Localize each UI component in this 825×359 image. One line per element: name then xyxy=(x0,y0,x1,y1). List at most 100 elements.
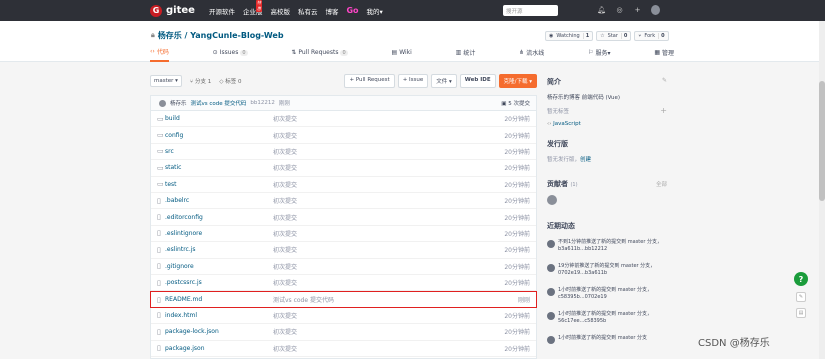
tab-pipeline[interactable]: ⋔ 流水线 xyxy=(519,47,544,62)
table-row[interactable]: ▭ static 初次提交 20分钟前 xyxy=(151,160,536,177)
file-name[interactable]: .editorconfig xyxy=(165,214,203,221)
file-icon: ▯ xyxy=(157,262,161,271)
activity-avatar[interactable] xyxy=(547,240,555,248)
file-name[interactable]: package-lock.json xyxy=(165,328,219,335)
nav-go[interactable]: Go xyxy=(346,6,358,15)
file-commit-message[interactable]: 初次提交 xyxy=(273,245,297,254)
edit-icon[interactable]: ✎ xyxy=(662,77,667,84)
file-commit-message[interactable]: 初次提交 xyxy=(273,213,297,222)
table-row[interactable]: ▯ .gitignore 初次提交 20分钟前 xyxy=(151,259,536,275)
activity-avatar[interactable] xyxy=(547,312,555,320)
nav-open-source[interactable]: 开源软件 xyxy=(209,6,235,16)
table-row[interactable]: ▭ src 初次提交 20分钟前 xyxy=(151,144,536,161)
file-name[interactable]: .gitignore xyxy=(165,263,194,270)
file-commit-message[interactable]: 初次提交 xyxy=(273,196,297,205)
tab-pull-requests[interactable]: ⇅ Pull Requests 0 xyxy=(291,47,348,62)
nav-mine[interactable]: 我的▾ xyxy=(367,6,383,16)
table-row[interactable]: ▭ build 初次提交 20分钟前 xyxy=(151,111,536,128)
file-name[interactable]: build xyxy=(165,115,180,122)
file-name[interactable]: index.html xyxy=(165,312,197,319)
table-row[interactable]: ▯ .babelrc 初次提交 20分钟前 xyxy=(151,193,536,210)
commit-count[interactable]: ▣ 5 次提交 xyxy=(501,99,530,107)
edit-feedback-icon[interactable]: ✎ xyxy=(796,292,806,302)
nav-education[interactable]: 高校版 xyxy=(270,6,290,16)
table-row[interactable]: ▯ README.md 测试vs code 提交代码 刚刚 xyxy=(150,291,537,308)
file-commit-message[interactable]: 初次提交 xyxy=(273,344,297,353)
file-dropdown[interactable]: 文件 ▾ xyxy=(431,74,457,88)
commit-message[interactable]: 测试vs code 提交代码 xyxy=(191,99,247,107)
file-commit-message[interactable]: 初次提交 xyxy=(273,311,297,320)
file-name[interactable]: .postcssrc.js xyxy=(165,279,202,286)
tags-link[interactable]: ◇ 标签 0 xyxy=(219,77,241,85)
repo-title[interactable]: 🔒︎ 杨存乐 / YangCunle-Blog-Web xyxy=(151,30,284,41)
watch-button[interactable]: ◉ Watching 1 xyxy=(545,31,594,41)
file-name[interactable]: static xyxy=(165,164,181,171)
pull-request-button[interactable]: + Pull Request xyxy=(344,74,395,88)
table-row[interactable]: ▯ .eslintrc.js 初次提交 20分钟前 xyxy=(151,242,536,259)
clone-download-button[interactable]: 克隆/下载 ▾ xyxy=(498,74,537,88)
activity-avatar[interactable] xyxy=(547,288,555,296)
file-commit-message[interactable]: 初次提交 xyxy=(273,229,297,238)
tab-code[interactable]: ‹› 代码 xyxy=(150,47,169,62)
activity-avatar[interactable] xyxy=(547,336,555,344)
plus-icon[interactable]: + xyxy=(633,6,642,14)
file-commit-message[interactable]: 初次提交 xyxy=(273,131,297,140)
location-icon[interactable]: ◎ xyxy=(615,6,624,14)
commit-hash[interactable]: bb12212 xyxy=(250,100,274,106)
commit-author[interactable]: 杨存乐 xyxy=(170,99,187,107)
file-commit-message[interactable]: 初次提交 xyxy=(273,114,297,123)
nav-blog[interactable]: 博客 xyxy=(325,6,338,16)
table-row[interactable]: ▯ package-lock.json 初次提交 20分钟前 xyxy=(151,324,536,341)
avatar[interactable] xyxy=(651,5,660,15)
file-commit-message[interactable]: 测试vs code 提交代码 xyxy=(273,295,334,304)
contributors-all-link[interactable]: 全部 xyxy=(656,180,667,188)
table-row[interactable]: ▯ index.html 初次提交 20分钟前 xyxy=(151,308,536,325)
gitee-logo[interactable]: G gitee xyxy=(150,4,195,17)
fork-button[interactable]: ⑂ Fork 0 xyxy=(634,31,669,41)
contributor-avatar[interactable] xyxy=(547,195,557,205)
table-row[interactable]: ▭ config 初次提交 20分钟前 xyxy=(151,127,536,144)
activity-avatar[interactable] xyxy=(547,264,555,272)
tab-stats[interactable]: ▥ 统计 xyxy=(456,47,476,62)
repo-title-text[interactable]: 杨存乐 / YangCunle-Blog-Web xyxy=(158,30,284,41)
notes-icon[interactable]: ▤ xyxy=(796,308,806,318)
add-tag-icon[interactable]: + xyxy=(660,106,667,115)
file-commit-message[interactable]: 初次提交 xyxy=(273,262,297,271)
file-name[interactable]: config xyxy=(165,132,183,139)
scrollbar-thumb[interactable] xyxy=(819,81,825,201)
table-row[interactable]: ▯ package.json 初次提交 20分钟前 xyxy=(151,341,536,357)
page-scrollbar[interactable] xyxy=(819,21,825,359)
file-commit-message[interactable]: 初次提交 xyxy=(273,147,297,156)
file-commit-message[interactable]: 初次提交 xyxy=(273,163,297,172)
file-name[interactable]: .eslintignore xyxy=(165,230,202,237)
help-button[interactable]: ? xyxy=(794,272,808,286)
file-commit-message[interactable]: 初次提交 xyxy=(273,180,297,189)
table-row[interactable]: ▭ test 初次提交 20分钟前 xyxy=(151,177,536,193)
table-row[interactable]: ▯ .postcssrc.js 初次提交 20分钟前 xyxy=(151,275,536,292)
branches-link[interactable]: ⑂ 分支 1 xyxy=(190,77,211,85)
table-row[interactable]: ▯ .editorconfig 初次提交 20分钟前 xyxy=(151,209,536,226)
file-commit-message[interactable]: 初次提交 xyxy=(273,278,297,287)
star-button[interactable]: ☆ Star 0 xyxy=(596,31,632,41)
file-name[interactable]: package.json xyxy=(165,345,205,352)
file-name[interactable]: README.md xyxy=(165,296,202,303)
tab-issues[interactable]: ⊙ Issues 0 xyxy=(213,47,248,62)
tab-wiki[interactable]: ▤ Wiki xyxy=(392,47,412,62)
branch-select[interactable]: master ▾ xyxy=(150,75,182,87)
file-name[interactable]: test xyxy=(165,181,177,188)
file-name[interactable]: src xyxy=(165,148,174,155)
file-name[interactable]: .babelrc xyxy=(165,197,189,204)
tab-services[interactable]: ⚐ 服务▾ xyxy=(588,47,610,62)
file-commit-message[interactable]: 初次提交 xyxy=(273,327,297,336)
issue-button[interactable]: + Issue xyxy=(397,74,429,88)
create-release-link[interactable]: 创建 xyxy=(580,157,591,163)
table-row[interactable]: ▯ .eslintignore 初次提交 20分钟前 xyxy=(151,226,536,243)
commit-author-avatar[interactable] xyxy=(159,99,166,107)
nav-private-cloud[interactable]: 私有云 xyxy=(298,6,318,16)
tab-manage[interactable]: ▦ 管理 xyxy=(654,47,674,62)
webide-button[interactable]: Web IDE xyxy=(459,74,496,88)
file-name[interactable]: .eslintrc.js xyxy=(165,246,196,253)
nav-enterprise[interactable]: 企业版 特惠 xyxy=(243,0,263,16)
search-input[interactable]: 搜开源 xyxy=(503,5,558,16)
notification-icon[interactable]: 🔔︎ xyxy=(597,6,606,14)
